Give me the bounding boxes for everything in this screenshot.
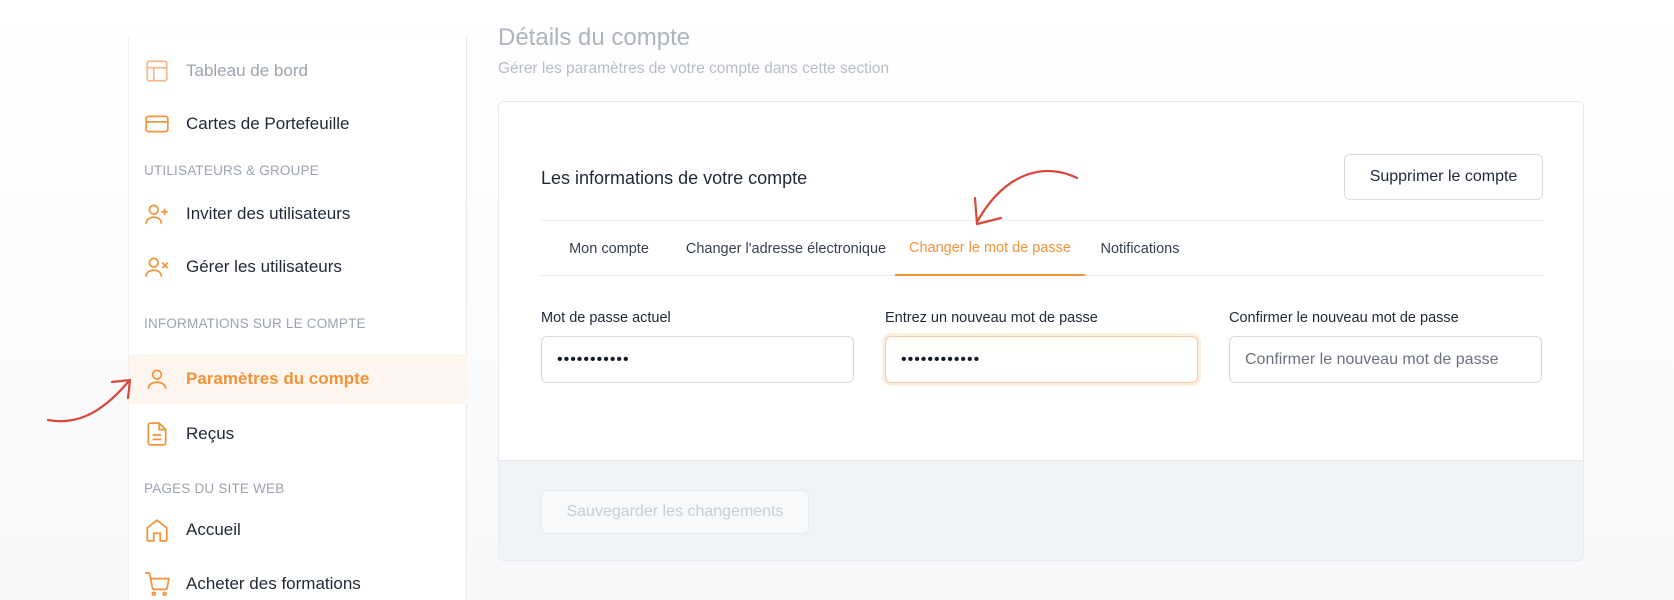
section-header-website-pages: PAGES DU SITE WEB (144, 481, 285, 496)
section-header-account-info: INFORMATIONS SUR LE COMPTE (144, 316, 366, 331)
sidebar-item-label: Paramètres du compte (186, 369, 370, 388)
user-icon (144, 366, 170, 392)
sidebar-item-dashboard[interactable]: Tableau de bord (129, 47, 467, 95)
sidebar-item-label: Tableau de bord (186, 61, 308, 80)
confirm-password-input[interactable] (1229, 336, 1542, 383)
confirm-password-label: Confirmer le nouveau mot de passe (1229, 310, 1459, 326)
sidebar-item-manage-users[interactable]: Gérer les utilisateurs (129, 243, 467, 291)
section-header-users: UTILISATEURS & GROUPE (144, 163, 319, 178)
sidebar-item-wallet-cards[interactable]: Cartes de Portefeuille (129, 100, 467, 148)
annotation-arrow-sidebar (46, 378, 132, 423)
card-footer: Sauvegarder les changements (499, 460, 1583, 560)
current-password-input[interactable] (541, 336, 854, 383)
sidebar-item-home[interactable]: Accueil (129, 506, 467, 554)
sidebar: Tableau de bord Cartes de Portefeuille U… (128, 36, 467, 600)
tab-notifications[interactable]: Notifications (1085, 221, 1195, 276)
file-text-icon (144, 421, 170, 447)
user-x-icon (144, 254, 170, 280)
user-plus-icon (144, 201, 170, 227)
page-title: Détails du compte (498, 24, 691, 51)
sidebar-item-invite-users[interactable]: Inviter des utilisateurs (129, 190, 467, 238)
current-password-label: Mot de passe actuel (541, 310, 671, 326)
sidebar-item-receipts[interactable]: Reçus (129, 410, 467, 458)
sidebar-item-label: Inviter des utilisateurs (186, 204, 351, 223)
new-password-label: Entrez un nouveau mot de passe (885, 310, 1098, 326)
home-icon (144, 517, 170, 543)
credit-card-icon (144, 111, 170, 137)
sidebar-item-label: Reçus (186, 424, 235, 443)
sidebar-item-account-settings[interactable]: Paramètres du compte (129, 354, 467, 404)
tab-my-account[interactable]: Mon compte (541, 221, 677, 276)
page-subtitle: Gérer les paramètres de votre compte dan… (498, 60, 890, 77)
new-password-input[interactable] (885, 336, 1198, 383)
sidebar-item-label: Accueil (186, 520, 241, 539)
save-changes-button[interactable]: Sauvegarder les changements (541, 490, 809, 534)
annotation-arrow-tab (973, 169, 1079, 226)
delete-account-button[interactable]: Supprimer le compte (1344, 154, 1543, 200)
layout-icon (144, 58, 170, 84)
cart-icon (144, 571, 170, 597)
sidebar-item-label: Gérer les utilisateurs (186, 257, 342, 276)
tab-change-email[interactable]: Changer l'adresse électronique (677, 221, 895, 276)
sidebar-item-label: Acheter des formations (186, 574, 361, 593)
card-title: Les informations de votre compte (541, 168, 808, 188)
sidebar-item-buy-courses[interactable]: Acheter des formations (129, 560, 467, 600)
sidebar-item-label: Cartes de Portefeuille (186, 114, 350, 133)
